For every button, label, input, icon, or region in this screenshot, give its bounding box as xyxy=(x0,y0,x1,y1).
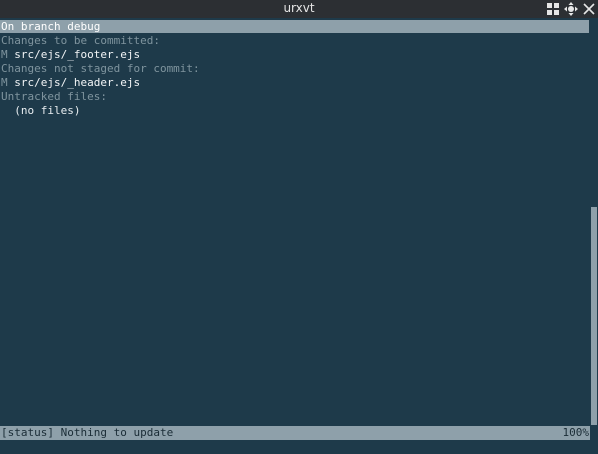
file-status-flag: M xyxy=(1,48,8,61)
move-icon[interactable] xyxy=(563,1,579,17)
terminal-output[interactable]: On branch debug Changes to be committed:… xyxy=(0,18,590,454)
scroll-percent: 100% xyxy=(562,426,590,439)
title-bar[interactable]: urxvt xyxy=(0,0,598,18)
untracked-placeholder: (no files) xyxy=(1,104,81,117)
untracked-header: Untracked files: xyxy=(1,90,107,103)
scrollbar[interactable] xyxy=(590,18,598,454)
status-message: [status] Nothing to update xyxy=(1,426,174,439)
terminal-window: urxvt On branch debug Changes to be comm… xyxy=(0,0,598,454)
window-title: urxvt xyxy=(283,1,315,15)
scrollbar-thumb[interactable] xyxy=(591,207,597,425)
branch-line: On branch debug xyxy=(1,20,101,33)
tile-icon[interactable] xyxy=(545,1,561,17)
staged-file-row[interactable]: M src/ejs/_footer.ejs xyxy=(1,48,140,62)
staged-header: Changes to be committed: xyxy=(1,34,160,47)
file-status-flag: M xyxy=(1,76,8,89)
file-path: src/ejs/_footer.ejs xyxy=(14,48,141,61)
unstaged-file-row[interactable]: M src/ejs/_header.ejs xyxy=(1,76,140,90)
status-bar: [status] Nothing to update 100% xyxy=(0,426,590,440)
file-path: src/ejs/_header.ejs xyxy=(14,76,141,89)
close-icon[interactable] xyxy=(581,1,597,17)
unstaged-header: Changes not staged for commit: xyxy=(1,62,200,75)
